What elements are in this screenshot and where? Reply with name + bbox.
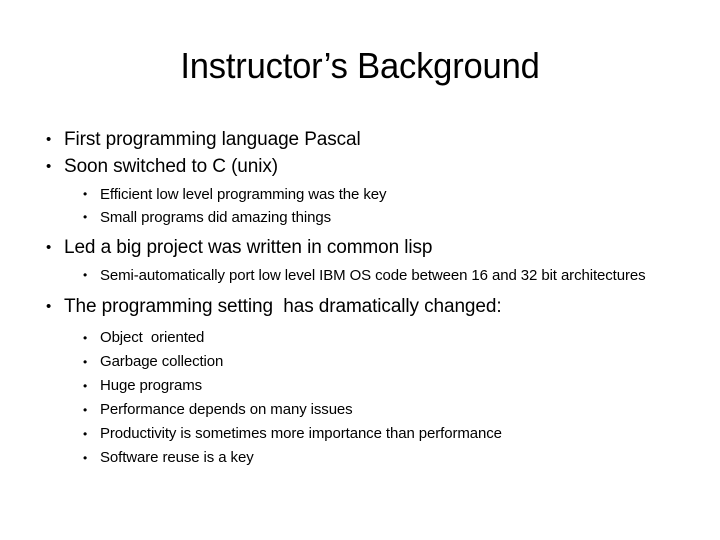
- bullet-point-icon: •: [83, 451, 88, 465]
- slide-body: • First programming language Pascal • So…: [36, 126, 696, 470]
- bullet-item: • Huge programs: [36, 374, 696, 398]
- bullet-point-icon: •: [83, 379, 88, 393]
- bullet-point-icon: •: [46, 131, 52, 148]
- bullet-point-icon: •: [83, 268, 88, 282]
- bullet-item: • Garbage collection: [36, 350, 696, 374]
- bullet-list-level-2: • Efficient low level programming was th…: [36, 183, 696, 229]
- bullet-item: • Soon switched to C (unix): [36, 153, 696, 180]
- bullet-text: Software reuse is a key: [100, 449, 254, 466]
- bullet-list-level-1: • The programming setting has dramatical…: [36, 293, 696, 320]
- bullet-text: Efficient low level programming was the …: [100, 186, 387, 203]
- bullet-text: Object oriented: [100, 329, 205, 346]
- bullet-text: The programming setting has dramatically…: [64, 296, 502, 317]
- bullet-item: • Small programs did amazing things: [36, 206, 696, 229]
- bullet-text: Performance depends on many issues: [100, 401, 353, 418]
- bullet-item: • The programming setting has dramatical…: [36, 293, 696, 320]
- bullet-item: • Software reuse is a key: [36, 446, 696, 470]
- bullet-list-level-1: • Led a big project was written in commo…: [36, 234, 696, 261]
- bullet-point-icon: •: [46, 298, 52, 315]
- bullet-text: Semi-automatically port low level IBM OS…: [100, 267, 646, 284]
- bullet-point-icon: •: [83, 187, 88, 201]
- bullet-text: Led a big project was written in common …: [64, 237, 433, 258]
- bullet-point-icon: •: [83, 355, 88, 369]
- bullet-list-level-3: • Object oriented • Garbage collection •…: [36, 326, 696, 470]
- bullet-text: Productivity is sometimes more importanc…: [100, 425, 502, 442]
- bullet-item: • Productivity is sometimes more importa…: [36, 422, 696, 446]
- bullet-item: • First programming language Pascal: [36, 126, 696, 153]
- bullet-point-icon: •: [83, 331, 88, 345]
- bullet-list-level-1: • First programming language Pascal • So…: [36, 126, 696, 180]
- bullet-text: Huge programs: [100, 377, 203, 394]
- bullet-point-icon: •: [83, 210, 88, 224]
- bullet-text: First programming language Pascal: [64, 129, 361, 150]
- bullet-point-icon: •: [46, 158, 52, 175]
- bullet-point-icon: •: [46, 239, 52, 256]
- bullet-point-icon: •: [83, 403, 88, 417]
- bullet-text: Soon switched to C (unix): [64, 156, 278, 177]
- bullet-list-level-2: • Semi-automatically port low level IBM …: [36, 264, 696, 287]
- bullet-text: Garbage collection: [100, 353, 224, 370]
- bullet-point-icon: •: [83, 427, 88, 441]
- bullet-item: • Efficient low level programming was th…: [36, 183, 696, 206]
- slide-title: Instructor’s Background: [180, 45, 540, 86]
- bullet-item: • Led a big project was written in commo…: [36, 234, 696, 261]
- bullet-item: • Semi-automatically port low level IBM …: [36, 264, 696, 287]
- bullet-item: • Performance depends on many issues: [36, 398, 696, 422]
- bullet-text: Small programs did amazing things: [100, 209, 331, 226]
- bullet-item: • Object oriented: [36, 326, 696, 350]
- presentation-slide: Instructor’s Background • First programm…: [0, 0, 720, 540]
